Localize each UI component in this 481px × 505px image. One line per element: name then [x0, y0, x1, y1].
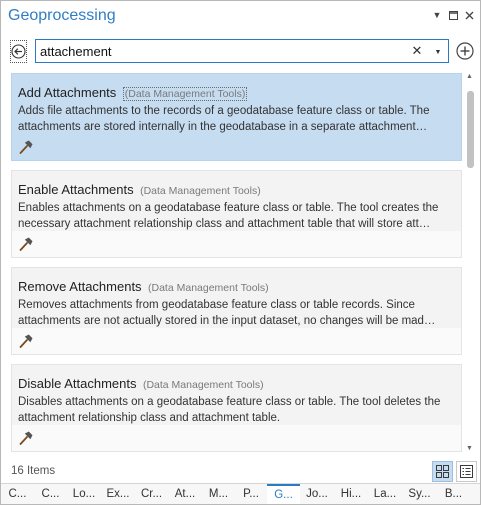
bottom-pane-tabs: C... C... Lo... Ex... Cr... At... M... P… [1, 483, 480, 504]
pane-tab[interactable]: M... [202, 484, 235, 504]
result-description: Removes attachments from geodatabase fea… [18, 299, 436, 327]
hammer-icon [19, 140, 33, 154]
pane-tab[interactable]: B... [437, 484, 470, 504]
close-icon[interactable] [464, 9, 474, 21]
scrollbar-thumb[interactable] [467, 91, 474, 168]
hammer-icon [19, 237, 33, 251]
pane-tab[interactable]: Sy... [402, 484, 437, 504]
result-title: Enable Attachments [18, 182, 134, 197]
result-category: (Data Management Tools) [122, 87, 248, 101]
pane-tab[interactable]: C... [1, 484, 34, 504]
result-description: Adds file attachments to the records of … [18, 105, 430, 133]
result-header: Disable Attachments (Data Management Too… [18, 375, 264, 393]
vertical-scrollbar[interactable]: ▲ ▼ [463, 71, 478, 458]
pane-tab[interactable]: La... [368, 484, 402, 504]
result-title: Add Attachments [18, 85, 117, 100]
result-description: Enables attachments on a geodatabase fea… [18, 202, 439, 230]
pane-tab-geoprocessing[interactable]: G... [267, 484, 300, 504]
hammer-icon [19, 431, 33, 445]
pane-tab[interactable]: P... [235, 484, 267, 504]
result-footer [12, 328, 461, 354]
result-description: Disables attachments on a geodatabase fe… [18, 396, 441, 424]
pane-tab[interactable]: At... [168, 484, 202, 504]
list-view-button[interactable] [456, 461, 477, 482]
result-footer [12, 425, 461, 451]
status-bar: 16 Items [1, 459, 480, 483]
back-arrow-icon [11, 44, 26, 59]
tile-view-button[interactable] [432, 461, 453, 482]
result-title: Remove Attachments [18, 279, 142, 294]
search-input[interactable] [40, 43, 400, 60]
scroll-down-icon[interactable]: ▼ [466, 445, 473, 452]
result-header: Enable Attachments (Data Management Tool… [18, 181, 261, 199]
tile-view-icon [436, 465, 449, 478]
back-button[interactable] [10, 40, 27, 63]
pane-tab[interactable]: Cr... [135, 484, 168, 504]
result-category: (Data Management Tools) [148, 282, 269, 294]
result-title: Disable Attachments [18, 376, 137, 391]
pane-controls: ▼ [432, 9, 474, 21]
result-footer [12, 231, 461, 257]
search-row: ✕ ▼ [1, 37, 480, 67]
geoprocessing-pane: Geoprocessing ▼ ✕ ▼ [0, 0, 481, 505]
restore-icon[interactable] [448, 9, 458, 21]
result-card[interactable]: Remove Attachments (Data Management Tool… [11, 267, 462, 355]
chevron-down-icon[interactable]: ▼ [432, 44, 444, 60]
item-count: 16 Items [11, 465, 56, 477]
result-header: Add Attachments (Data Management Tools) [18, 84, 248, 102]
result-card[interactable]: Add Attachments (Data Management Tools) … [11, 73, 462, 161]
pane-title-bar: Geoprocessing ▼ [1, 1, 480, 33]
pane-tab[interactable]: C... [34, 484, 67, 504]
pane-tab[interactable]: Jo... [300, 484, 334, 504]
dropdown-icon[interactable]: ▼ [432, 9, 442, 21]
scroll-up-icon[interactable]: ▲ [466, 73, 473, 80]
pane-title: Geoprocessing [8, 7, 116, 24]
add-icon[interactable] [456, 42, 474, 60]
result-footer [12, 134, 461, 160]
pane-tab[interactable]: Lo... [67, 484, 101, 504]
result-category: (Data Management Tools) [142, 379, 264, 391]
clear-icon[interactable]: ✕ [410, 43, 424, 59]
hammer-icon [19, 334, 33, 348]
result-card[interactable]: Disable Attachments (Data Management Too… [11, 364, 462, 452]
results-list: Add Attachments (Data Management Tools) … [1, 71, 480, 458]
search-box: ✕ ▼ [35, 39, 449, 63]
pane-tab[interactable]: Ex... [101, 484, 135, 504]
pane-tab[interactable]: Hi... [334, 484, 368, 504]
list-view-icon [460, 465, 473, 478]
result-category: (Data Management Tools) [140, 185, 261, 197]
result-header: Remove Attachments (Data Management Tool… [18, 278, 269, 296]
result-card[interactable]: Enable Attachments (Data Management Tool… [11, 170, 462, 258]
